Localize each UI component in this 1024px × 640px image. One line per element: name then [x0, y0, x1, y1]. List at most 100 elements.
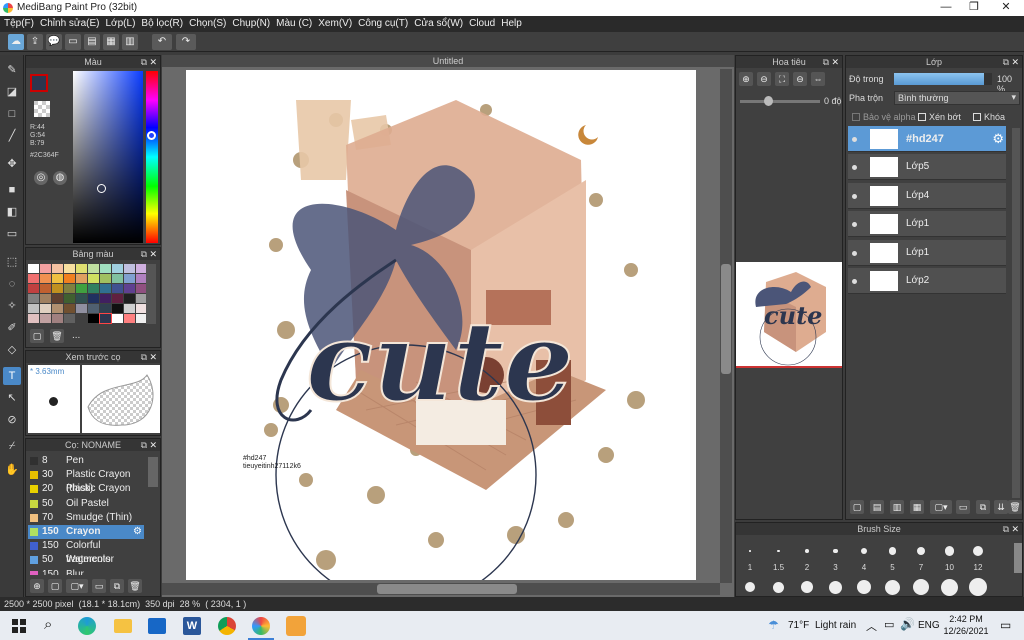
- close-icon[interactable]: ✕: [149, 56, 157, 68]
- palette-swatch[interactable]: [124, 274, 135, 283]
- palette-swatch[interactable]: [124, 284, 135, 293]
- brush-size-dot[interactable]: [888, 547, 897, 555]
- palette-swatch[interactable]: [40, 274, 51, 283]
- brush-item[interactable]: 50 Oil Pastel: [28, 497, 144, 511]
- palette-swatch[interactable]: [40, 294, 51, 303]
- brush-size-dot-large[interactable]: [913, 579, 929, 595]
- rotation-slider[interactable]: [740, 96, 820, 106]
- menu-cloud[interactable]: Cloud: [469, 16, 501, 32]
- magic-wand-icon[interactable]: ✧: [3, 297, 21, 315]
- add-brush-icon[interactable]: ⊕: [30, 579, 44, 593]
- brush-folder-icon[interactable]: ▭: [92, 579, 106, 593]
- zoom-out-icon[interactable]: ⊖: [757, 72, 771, 86]
- palette-swatch[interactable]: [112, 284, 123, 293]
- brush-size-dot[interactable]: [749, 550, 751, 552]
- brush-scrollbar[interactable]: [148, 457, 158, 487]
- page-icon[interactable]: ▤: [84, 34, 100, 50]
- brush-size-dot[interactable]: [972, 545, 984, 557]
- menu-file[interactable]: Tệp(F): [4, 16, 40, 32]
- grid-icon[interactable]: ▦: [103, 34, 119, 50]
- file-explorer-icon[interactable]: [114, 619, 132, 633]
- clock-date[interactable]: 12/26/2021: [942, 626, 990, 636]
- new-8bit-layer-icon[interactable]: ▥: [890, 500, 904, 514]
- layer-row[interactable]: #hd247 ⚙: [848, 126, 1006, 152]
- brush-menu-icon[interactable]: ▢▾: [66, 579, 88, 593]
- horizontal-scroll-thumb[interactable]: [377, 584, 517, 594]
- move-tool-icon[interactable]: ✥: [3, 155, 21, 173]
- palette-swatch[interactable]: [40, 284, 51, 293]
- hue-handle[interactable]: [147, 131, 156, 140]
- palette-swatch[interactable]: [40, 264, 51, 273]
- color-wheel-icon[interactable]: ◎: [34, 171, 48, 185]
- close-icon[interactable]: ✕: [831, 56, 839, 68]
- palette-swatch[interactable]: [124, 264, 135, 273]
- gradient-tool-icon[interactable]: ▭: [3, 225, 21, 243]
- rotation-slider-handle[interactable]: [764, 96, 773, 106]
- brush-item[interactable]: 150 Blur: [28, 568, 144, 575]
- redo-icon[interactable]: ↷: [176, 34, 196, 50]
- operation-tool-icon[interactable]: ↖: [3, 389, 21, 407]
- menu-color[interactable]: Màu (C): [276, 16, 318, 32]
- brush-size-dot-large[interactable]: [857, 580, 871, 594]
- palette-swatch[interactable]: [88, 314, 99, 323]
- primary-color-swatch[interactable]: [30, 74, 48, 92]
- brush-size-dot[interactable]: [777, 549, 780, 553]
- bucket-tool-icon[interactable]: ◧: [3, 203, 21, 221]
- hue-slider[interactable]: [146, 71, 158, 243]
- brush-size-dot-large[interactable]: [885, 579, 900, 595]
- brush-item[interactable]: 50 Watercolor: [28, 553, 144, 567]
- visibility-icon[interactable]: [852, 250, 857, 256]
- palette-swatch[interactable]: [64, 314, 75, 323]
- menu-tools[interactable]: Công cụ(T): [358, 16, 414, 32]
- text-tool-icon[interactable]: T: [3, 367, 21, 385]
- document-tab[interactable]: Untitled: [162, 55, 734, 67]
- palette-swatch[interactable]: [88, 274, 99, 283]
- new-brush-icon[interactable]: ▢: [48, 579, 62, 593]
- app-taskbar-icon[interactable]: [286, 616, 306, 636]
- palette-swatch[interactable]: [76, 284, 87, 293]
- float-icon[interactable]: ⧉: [823, 56, 829, 68]
- palette-swatch[interactable]: [112, 304, 123, 313]
- palette-swatch[interactable]: [100, 304, 111, 313]
- palette-swatch[interactable]: [88, 294, 99, 303]
- fill-rect-tool-icon[interactable]: ■: [3, 181, 21, 199]
- chevron-up-icon[interactable]: ︿: [866, 618, 877, 634]
- select-eraser-icon[interactable]: ◇: [3, 341, 21, 359]
- palette-more[interactable]: ...: [72, 330, 80, 341]
- layer-row[interactable]: Lớp4: [848, 182, 1006, 209]
- palette-swatch[interactable]: [28, 264, 39, 273]
- palette-swatch[interactable]: [76, 304, 87, 313]
- layer-row[interactable]: Lớp5: [848, 154, 1006, 181]
- shape-tool-icon[interactable]: □: [3, 105, 21, 123]
- drawing-canvas[interactable]: cute #hd247 tieuyeitinh27112k6: [186, 70, 696, 580]
- palette-swatch[interactable]: [112, 264, 123, 273]
- float-icon[interactable]: ⧉: [141, 351, 147, 363]
- visibility-icon[interactable]: [852, 193, 857, 199]
- palette-swatch[interactable]: [100, 284, 111, 293]
- actual-size-icon[interactable]: ⊖: [793, 72, 807, 86]
- secondary-color-swatch[interactable]: [34, 101, 50, 117]
- notification-icon[interactable]: ▭: [1000, 618, 1011, 632]
- palette-swatch[interactable]: [28, 284, 39, 293]
- menu-view[interactable]: Xem(V): [318, 16, 358, 32]
- palette-swatch[interactable]: [64, 304, 75, 313]
- eyedropper-icon[interactable]: ⌿: [3, 437, 21, 455]
- saturation-value-field[interactable]: [73, 71, 143, 243]
- palette-swatch[interactable]: [112, 314, 123, 323]
- close-button[interactable]: ✕: [992, 0, 1020, 16]
- float-icon[interactable]: ⧉: [1003, 56, 1009, 68]
- zoom-in-icon[interactable]: ⊕: [739, 72, 753, 86]
- share-icon[interactable]: ⇪: [27, 34, 43, 50]
- brush-size-dot[interactable]: [805, 549, 809, 553]
- word-icon[interactable]: W: [183, 617, 201, 635]
- brush-item[interactable]: 150 Crayon ⚙: [28, 525, 144, 539]
- palette-scrollbar[interactable]: [146, 264, 156, 324]
- menu-window[interactable]: Cửa sổ(W): [414, 16, 469, 32]
- divide-tool-icon[interactable]: ⊘: [3, 411, 21, 429]
- brush-size-dot-large[interactable]: [745, 582, 755, 592]
- brush-item[interactable]: 30 Plastic Crayon (thick): [28, 468, 144, 494]
- palette-icon[interactable]: ◍: [53, 171, 67, 185]
- pen-tool-icon[interactable]: ╱: [3, 127, 21, 145]
- message-icon[interactable]: ▭: [65, 34, 81, 50]
- new-halftone-layer-icon[interactable]: ▤: [870, 500, 884, 514]
